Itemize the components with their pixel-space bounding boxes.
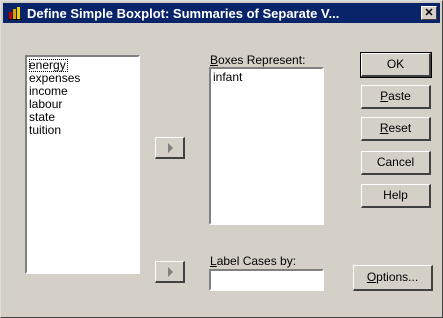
reset-button[interactable]: Reset (361, 117, 431, 141)
list-item[interactable]: infant (211, 71, 322, 84)
paste-button[interactable]: Paste (361, 85, 431, 109)
list-item[interactable]: tuition (27, 124, 138, 137)
boxes-represent-list[interactable]: infant (209, 67, 324, 225)
cancel-button[interactable]: Cancel (361, 151, 431, 175)
help-button[interactable]: Help (361, 184, 431, 208)
boxes-represent-label: Boxes Represent: (210, 53, 306, 67)
window-title: Define Simple Boxplot: Summaries of Sepa… (27, 5, 340, 21)
options-button[interactable]: Options... (353, 265, 433, 291)
dialog-window: Define Simple Boxplot: Summaries of Sepa… (0, 0, 443, 318)
move-to-label-button[interactable] (155, 261, 185, 283)
spss-app-icon (7, 5, 23, 21)
arrow-right-icon (168, 267, 173, 277)
label-cases-by-label: Label Cases by: (210, 254, 297, 268)
ok-button[interactable]: OK (360, 52, 432, 78)
arrow-right-icon (168, 143, 173, 153)
close-icon[interactable]: ✕ (421, 6, 437, 20)
label-cases-field[interactable] (209, 269, 324, 291)
source-variable-list[interactable]: energy expenses income labour state tuit… (25, 55, 140, 274)
title-bar[interactable]: Define Simple Boxplot: Summaries of Sepa… (3, 3, 440, 23)
move-to-boxes-button[interactable] (155, 137, 185, 159)
